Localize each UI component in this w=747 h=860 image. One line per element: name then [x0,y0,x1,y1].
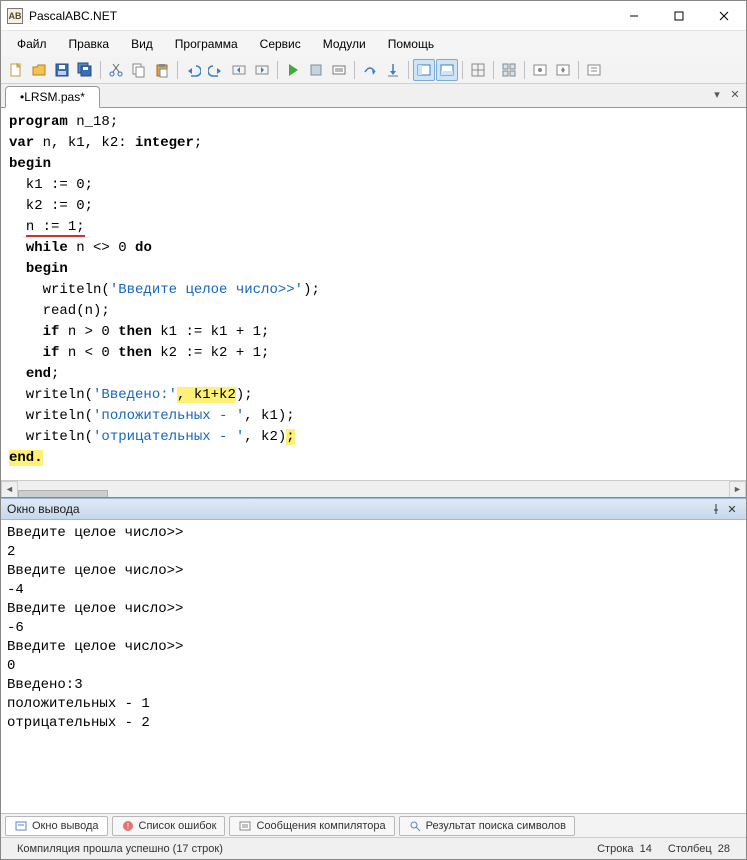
output-panel-header: Окно вывода ✕ [1,498,746,520]
window-controls [611,1,746,30]
menu-вид[interactable]: Вид [121,34,163,54]
copy-icon[interactable] [128,59,150,81]
tab-close-icon[interactable]: ✕ [728,87,742,101]
bottom-tab-label: Список ошибок [139,820,217,832]
menubar: ФайлПравкаВидПрограммаСервисМодулиПомощь [1,31,746,57]
horizontal-scrollbar[interactable]: ◄ ► [1,480,746,497]
panel-toggle-2-icon[interactable] [436,59,458,81]
step-over-icon[interactable] [359,59,381,81]
menu-сервис[interactable]: Сервис [250,34,311,54]
undo-icon[interactable] [182,59,204,81]
run-icon[interactable] [282,59,304,81]
maximize-button[interactable] [656,1,701,30]
panel-toggle-1-icon[interactable] [413,59,435,81]
save-all-icon[interactable] [74,59,96,81]
titlebar: AB PascalABC.NET [1,1,746,31]
menu-программа[interactable]: Программа [165,34,248,54]
step-into-icon[interactable] [382,59,404,81]
menu-модули[interactable]: Модули [313,34,376,54]
open-file-icon[interactable] [28,59,50,81]
svg-text:!: ! [126,822,128,831]
editor-container: program n_18;var n, k1, k2: integer;begi… [1,108,746,498]
status-column: Столбец 28 [660,843,738,855]
settings-2-icon[interactable] [552,59,574,81]
menu-помощь[interactable]: Помощь [378,34,444,54]
bottom-tab-output[interactable]: Окно вывода [5,816,108,836]
bottom-tabs: Окно вывода! Список ошибок Сообщения компи… [1,813,746,837]
menu-правка[interactable]: Правка [59,34,120,54]
nav-fwd-icon[interactable] [251,59,273,81]
grid-icon[interactable] [467,59,489,81]
status-line: Строка 14 [589,843,660,855]
bottom-tab-label: Результат поиска символов [426,820,566,832]
nav-back-icon[interactable] [228,59,250,81]
msgs-icon [238,819,252,833]
grid2-icon[interactable] [498,59,520,81]
toolbar [1,57,746,84]
bottom-tab-label: Сообщения компилятора [256,820,385,832]
tab-dropdown-icon[interactable]: ▾ [710,87,724,101]
menu-файл[interactable]: Файл [7,34,57,54]
app-icon: AB [7,8,23,24]
search-icon [408,819,422,833]
status-message: Компиляция прошла успешно (17 строк) [9,843,231,855]
paste-icon[interactable] [151,59,173,81]
output-icon [14,819,28,833]
stop-icon[interactable] [305,59,327,81]
output-panel-title: Окно вывода [7,502,80,516]
compile-icon[interactable] [328,59,350,81]
redo-icon[interactable] [205,59,227,81]
window-title: PascalABC.NET [29,9,611,23]
new-file-icon[interactable] [5,59,27,81]
code-editor[interactable]: program n_18;var n, k1, k2: integer;begi… [1,108,746,480]
cut-icon[interactable] [105,59,127,81]
bottom-tab-search[interactable]: Результат поиска символов [399,816,575,836]
close-button[interactable] [701,1,746,30]
scroll-left-icon[interactable]: ◄ [1,481,18,498]
file-tabs: •LRSM.pas* ▾ ✕ [1,84,746,108]
minimize-button[interactable] [611,1,656,30]
file-tab[interactable]: •LRSM.pas* [5,86,100,108]
statusbar: Компиляция прошла успешно (17 строк) Стр… [1,837,746,859]
bottom-tab-errors[interactable]: ! Список ошибок [112,816,226,836]
bottom-tab-msgs[interactable]: Сообщения компилятора [229,816,394,836]
pin-icon[interactable] [708,501,724,517]
extra-icon[interactable] [583,59,605,81]
bottom-tab-label: Окно вывода [32,820,99,832]
panel-close-icon[interactable]: ✕ [724,501,740,517]
output-text[interactable]: Введите целое число>> 2 Введите целое чи… [1,520,746,813]
save-icon[interactable] [51,59,73,81]
settings-1-icon[interactable] [529,59,551,81]
scroll-right-icon[interactable]: ► [729,481,746,498]
errors-icon: ! [121,819,135,833]
